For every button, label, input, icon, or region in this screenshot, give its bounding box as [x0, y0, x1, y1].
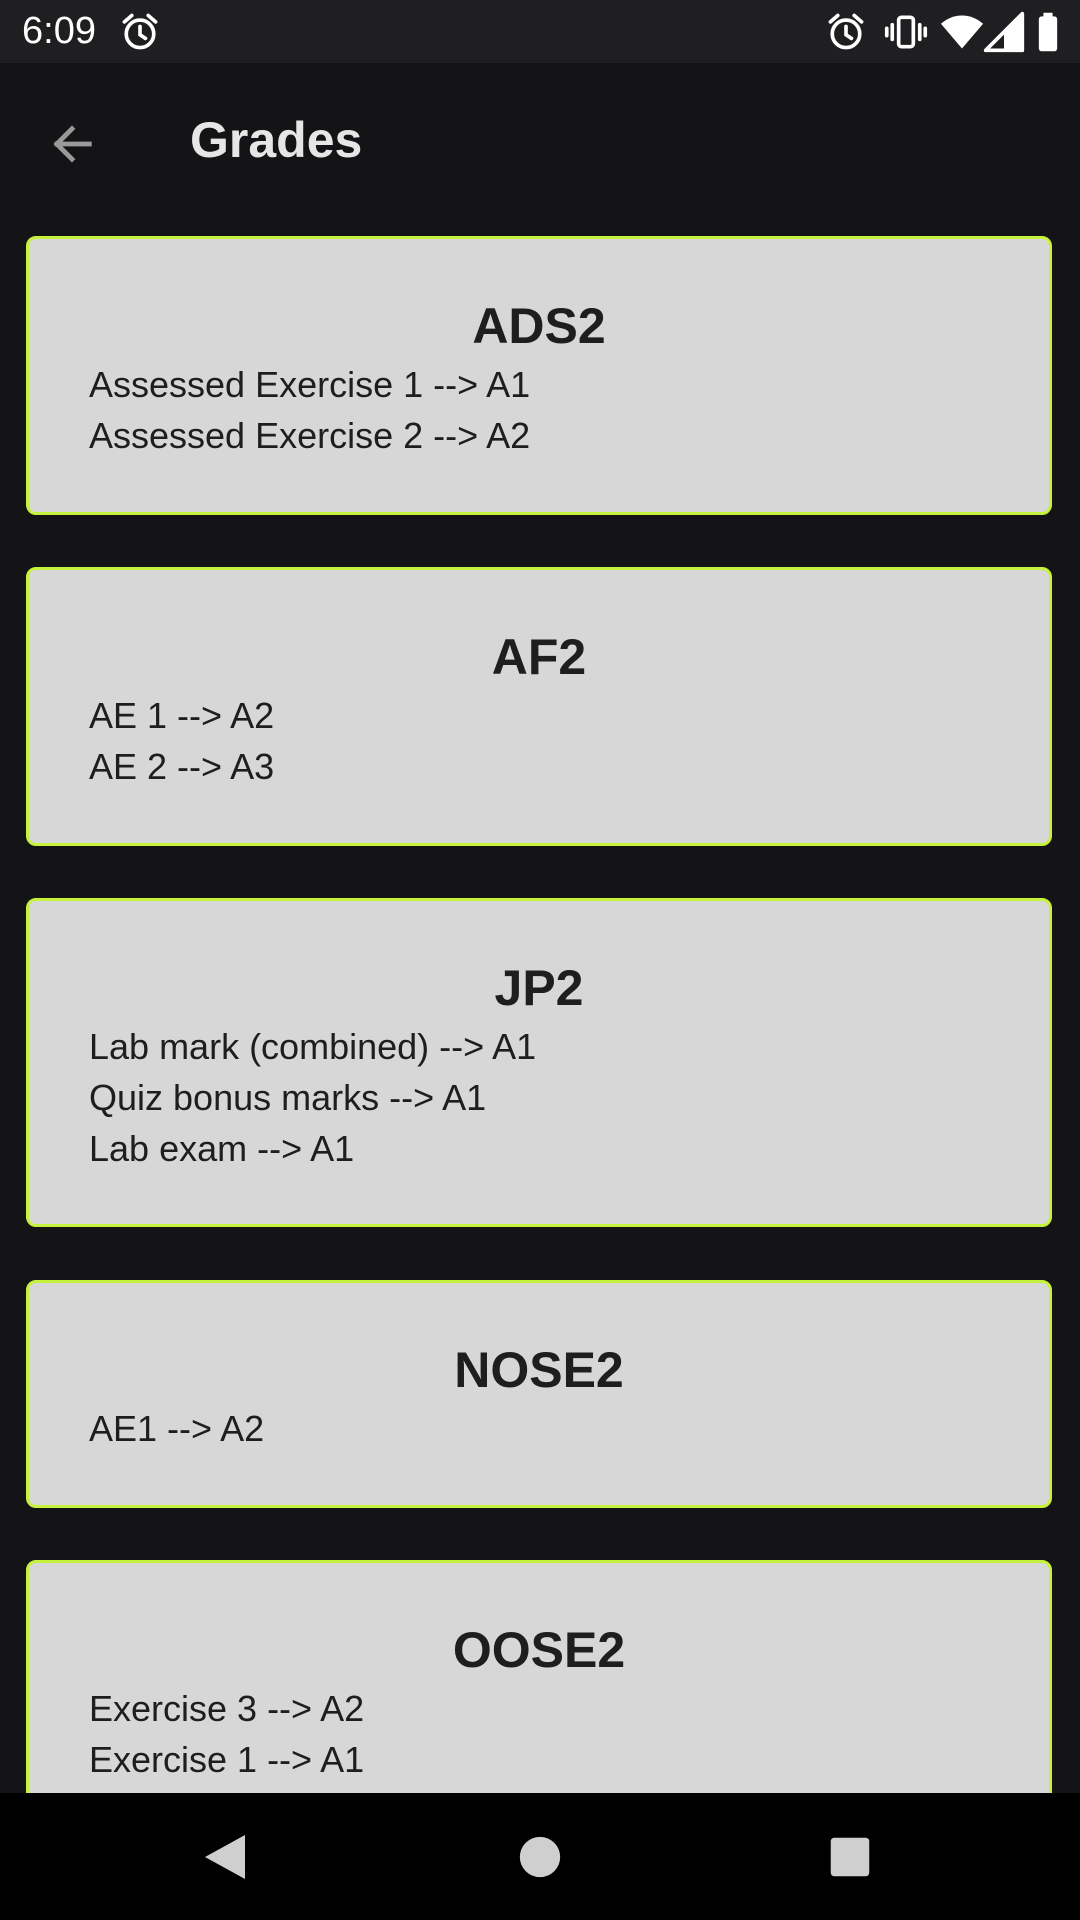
battery-icon [1038, 12, 1058, 52]
grades-list[interactable]: ADS2 Assessed Exercise 1 --> A1 Assessed… [0, 213, 1080, 1793]
signal-icon [983, 11, 1025, 53]
back-button[interactable] [30, 102, 114, 186]
page-title: Grades [190, 112, 363, 168]
back-triangle-icon [205, 1835, 245, 1879]
navigation-bar [0, 1793, 1080, 1920]
app-bar: Grades [0, 63, 1080, 213]
grade-line: Assessed Exercise 2 --> A2 [89, 415, 531, 456]
grade-line: Exercise 3 --> A2 [89, 1688, 365, 1729]
course-title: AF2 [491, 629, 587, 685]
alarm-icon [122, 13, 158, 50]
course-title: NOSE2 [454, 1342, 624, 1398]
home-circle-icon [519, 1836, 561, 1878]
nav-back-button[interactable] [183, 1815, 267, 1899]
grade-line: AE 1 --> A2 [89, 695, 275, 736]
status-bar: 6:09 [0, 0, 1080, 63]
nav-recents-button[interactable] [808, 1815, 892, 1899]
course-card-oose2[interactable]: OOSE2 Exercise 3 --> A2 Exercise 1 --> A… [26, 1560, 1052, 1793]
course-card-af2[interactable]: AF2 AE 1 --> A2 AE 2 --> A3 [26, 567, 1052, 846]
course-card-nose2[interactable]: NOSE2 AE1 --> A2 [26, 1280, 1052, 1508]
grade-line: Lab exam --> A1 [89, 1128, 355, 1169]
status-time: 6:09 [22, 10, 96, 52]
alarm-icon [828, 13, 864, 50]
course-title: OOSE2 [452, 1622, 626, 1678]
course-title: JP2 [494, 960, 584, 1016]
grade-line: Quiz bonus marks --> A1 [89, 1077, 487, 1118]
vibrate-icon [884, 15, 928, 49]
grade-line: AE 2 --> A3 [89, 746, 275, 787]
grade-line: Assessed Exercise 1 --> A1 [89, 364, 531, 405]
course-title: ADS2 [472, 298, 606, 354]
nav-home-button[interactable] [498, 1815, 582, 1899]
course-card-ads2[interactable]: ADS2 Assessed Exercise 1 --> A1 Assessed… [26, 236, 1052, 515]
grade-line: Lab mark (combined) --> A1 [89, 1026, 537, 1067]
arrow-back-icon [53, 125, 92, 163]
wifi-icon [940, 15, 984, 49]
recents-square-icon [830, 1837, 870, 1877]
grade-line: AE1 --> A2 [89, 1408, 265, 1449]
course-card-jp2[interactable]: JP2 Lab mark (combined) --> A1 Quiz bonu… [26, 898, 1052, 1227]
grade-line: Exercise 1 --> A1 [89, 1739, 365, 1780]
